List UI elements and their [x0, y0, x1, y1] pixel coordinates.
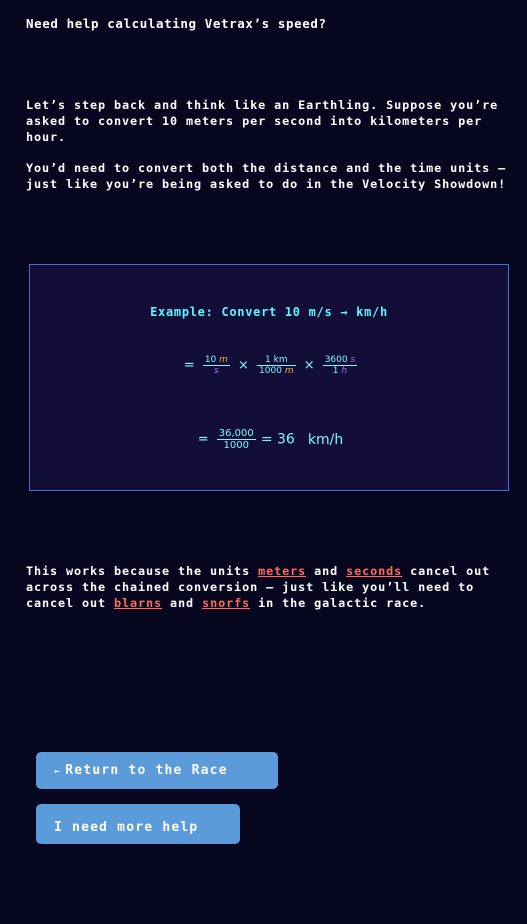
highlight-term-meters: meters: [258, 564, 307, 578]
return-to-race-button[interactable]: ← Return to the Race: [36, 752, 278, 789]
equals-sign: =: [197, 432, 209, 447]
times-sign: ×: [238, 358, 249, 373]
result-equation: = 36,000 1000 = 36 km/h: [30, 428, 508, 451]
explanation-text: This works because the units: [26, 564, 259, 578]
fraction-speed: 10 m s: [202, 355, 230, 376]
units-paragraph: You’d need to convert both the distance …: [26, 161, 507, 191]
fraction-km-per-m: 1 km 1000 m: [257, 355, 296, 376]
unit-meters: m: [284, 366, 294, 376]
highlight-term-snorfs: snorfs: [202, 596, 251, 610]
fraction-numerator: 36,000: [216, 428, 256, 440]
fraction-value: 10: [204, 355, 217, 365]
fraction-value: 3600: [324, 355, 348, 365]
unit-seconds: s: [214, 366, 219, 376]
return-button-label: Return to the Race: [65, 763, 228, 778]
unit-seconds: s: [350, 355, 356, 365]
highlight-term-blarns: blarns: [114, 596, 163, 610]
highlight-term-seconds: seconds: [346, 564, 403, 578]
unit-km: km: [273, 355, 288, 365]
help-page: Need help calculating Vetrax’s speed? Le…: [0, 0, 527, 924]
intro-paragraph: Let’s step back and think like an Earthl…: [26, 98, 499, 144]
equals-sign: =: [183, 358, 195, 373]
arrow-left-icon: ←: [54, 766, 62, 777]
unit-meters: m: [219, 355, 228, 365]
fraction-denominator: 1000: [223, 440, 249, 451]
page-title: Need help calculating Vetrax’s speed?: [26, 16, 327, 31]
explanation-text: and: [162, 596, 203, 610]
example-title: Example: Convert 10 m/s → km/h: [150, 305, 388, 319]
example-box: Example: Convert 10 m/s → km/h = 10 m s …: [29, 264, 509, 491]
times-sign: ×: [303, 358, 315, 373]
fraction-value: 1: [265, 355, 271, 365]
fraction-s-per-h: 3600 s 1 h: [322, 355, 358, 376]
explanation-text: and: [306, 564, 347, 578]
result-unit: km/h: [307, 431, 344, 448]
conversion-equation: = 10 m s × 1 km 1000 m × 3600 s 1 h: [30, 355, 508, 376]
more-help-button[interactable]: I need more help: [36, 804, 240, 844]
fraction-value: 1: [332, 366, 339, 376]
fraction-result: 36,000 1000: [216, 428, 256, 451]
explanation-text: in the galactic race.: [250, 596, 427, 610]
unit-hours: h: [341, 366, 348, 376]
explanation-paragraph: This works because the units meters and …: [26, 563, 516, 611]
result-value: = 36: [260, 431, 295, 448]
fraction-value: 1000: [259, 366, 282, 376]
